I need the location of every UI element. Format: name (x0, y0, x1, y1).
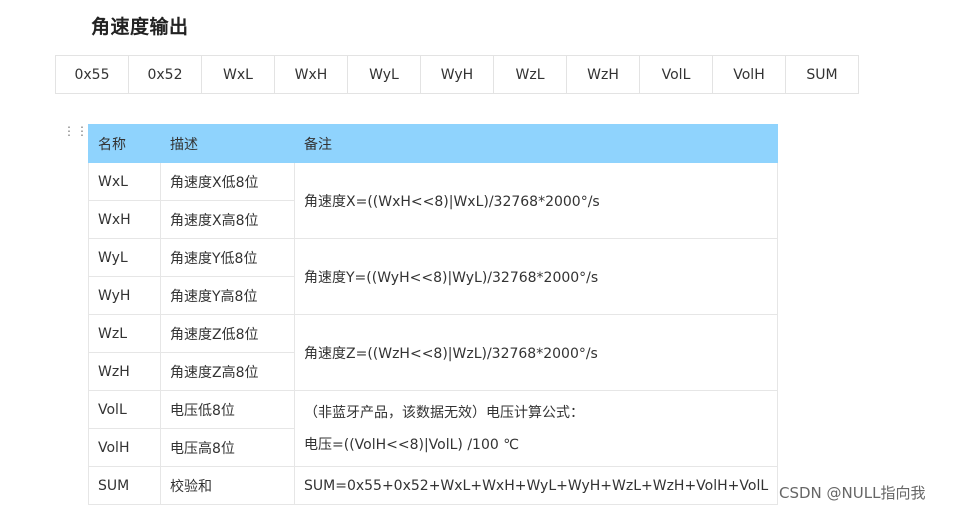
byte-cell-0x52: 0x52 (128, 55, 202, 94)
section-heading: 角速度输出 (91, 16, 189, 38)
byte-cell-wxh: WxH (274, 55, 348, 94)
header-name: 名称 (88, 124, 161, 163)
byte-cell-0x55: 0x55 (55, 55, 129, 94)
note-voltage-line1: （非蓝牙产品，该数据无效）电压计算公式： (304, 404, 584, 421)
byte-cell-wzl: WzL (493, 55, 567, 94)
table-drag-handle-icon[interactable]: ⋮⋮ (63, 125, 88, 144)
table-header-row: 名称 描述 备注 (88, 124, 779, 163)
byte-cell-wyh: WyH (420, 55, 494, 94)
row-description: 电压高8位 (160, 428, 295, 467)
table-row: WzL 角速度Z低8位 角速度Z=((WzH<<8)|WzL)/32768*20… (88, 314, 779, 391)
row-name: VolH (88, 428, 161, 467)
table-row: SUM 校验和 SUM=0x55+0x52+WxL+WxH+WyL+WyH+Wz… (88, 466, 779, 505)
field-description-table: 名称 描述 备注 WxL 角速度X低8位 角速度X=((WxH<<8)|WxL)… (88, 124, 779, 505)
byte-layout-row: 0x55 0x52 WxL WxH WyL WyH WzL WzH VolL V… (55, 55, 859, 94)
byte-cell-voll: VolL (639, 55, 713, 94)
byte-cell-wxl: WxL (201, 55, 275, 94)
row-name: VolL (88, 390, 161, 429)
row-name: WzL (88, 314, 161, 353)
header-note: 备注 (293, 124, 779, 163)
row-name: WxH (88, 200, 161, 239)
table-row: WyL 角速度Y低8位 角速度Y=((WyH<<8)|WyL)/32768*20… (88, 238, 779, 315)
row-description: 校验和 (160, 466, 295, 505)
row-description: 电压低8位 (160, 390, 295, 429)
row-description: 角速度Y低8位 (160, 238, 295, 277)
row-description: 角速度Z低8位 (160, 314, 295, 353)
note-wz-formula: 角速度Z=((WzH<<8)|WzL)/32768*2000°/s (293, 314, 779, 391)
note-wx-formula: 角速度X=((WxH<<8)|WxL)/32768*2000°/s (293, 162, 779, 239)
row-name: WyL (88, 238, 161, 277)
row-name: WxL (88, 162, 161, 201)
header-description: 描述 (160, 124, 295, 163)
row-description: 角速度Z高8位 (160, 352, 295, 391)
document-page: 角速度输出 0x55 0x52 WxL WxH WyL WyH WzL WzH … (0, 0, 965, 510)
byte-cell-sum: SUM (785, 55, 859, 94)
row-description: 角速度X低8位 (160, 162, 295, 201)
byte-cell-wyl: WyL (347, 55, 421, 94)
row-description: 角速度Y高8位 (160, 276, 295, 315)
note-wy-formula: 角速度Y=((WyH<<8)|WyL)/32768*2000°/s (293, 238, 779, 315)
row-name: WzH (88, 352, 161, 391)
note-voltage-formula: （非蓝牙产品，该数据无效）电压计算公式： 电压=((VolH<<8)|VolL)… (293, 390, 779, 467)
byte-cell-wzh: WzH (566, 55, 640, 94)
note-sum-formula: SUM=0x55+0x52+WxL+WxH+WyL+WyH+WzL+WzH+Vo… (293, 466, 779, 505)
table-row: WxL 角速度X低8位 角速度X=((WxH<<8)|WxL)/32768*20… (88, 162, 779, 239)
byte-layout-table: 0x55 0x52 WxL WxH WyL WyH WzL WzH VolL V… (55, 55, 859, 94)
row-description: 角速度X高8位 (160, 200, 295, 239)
row-name: SUM (88, 466, 161, 505)
row-name: WyH (88, 276, 161, 315)
byte-cell-volh: VolH (712, 55, 786, 94)
note-voltage-line2: 电压=((VolH<<8)|VolL) /100 ℃ (304, 436, 519, 453)
table-row: VolL 电压低8位 （非蓝牙产品，该数据无效）电压计算公式： 电压=((Vol… (88, 390, 779, 467)
watermark: CSDN @NULL指向我 (779, 484, 926, 502)
